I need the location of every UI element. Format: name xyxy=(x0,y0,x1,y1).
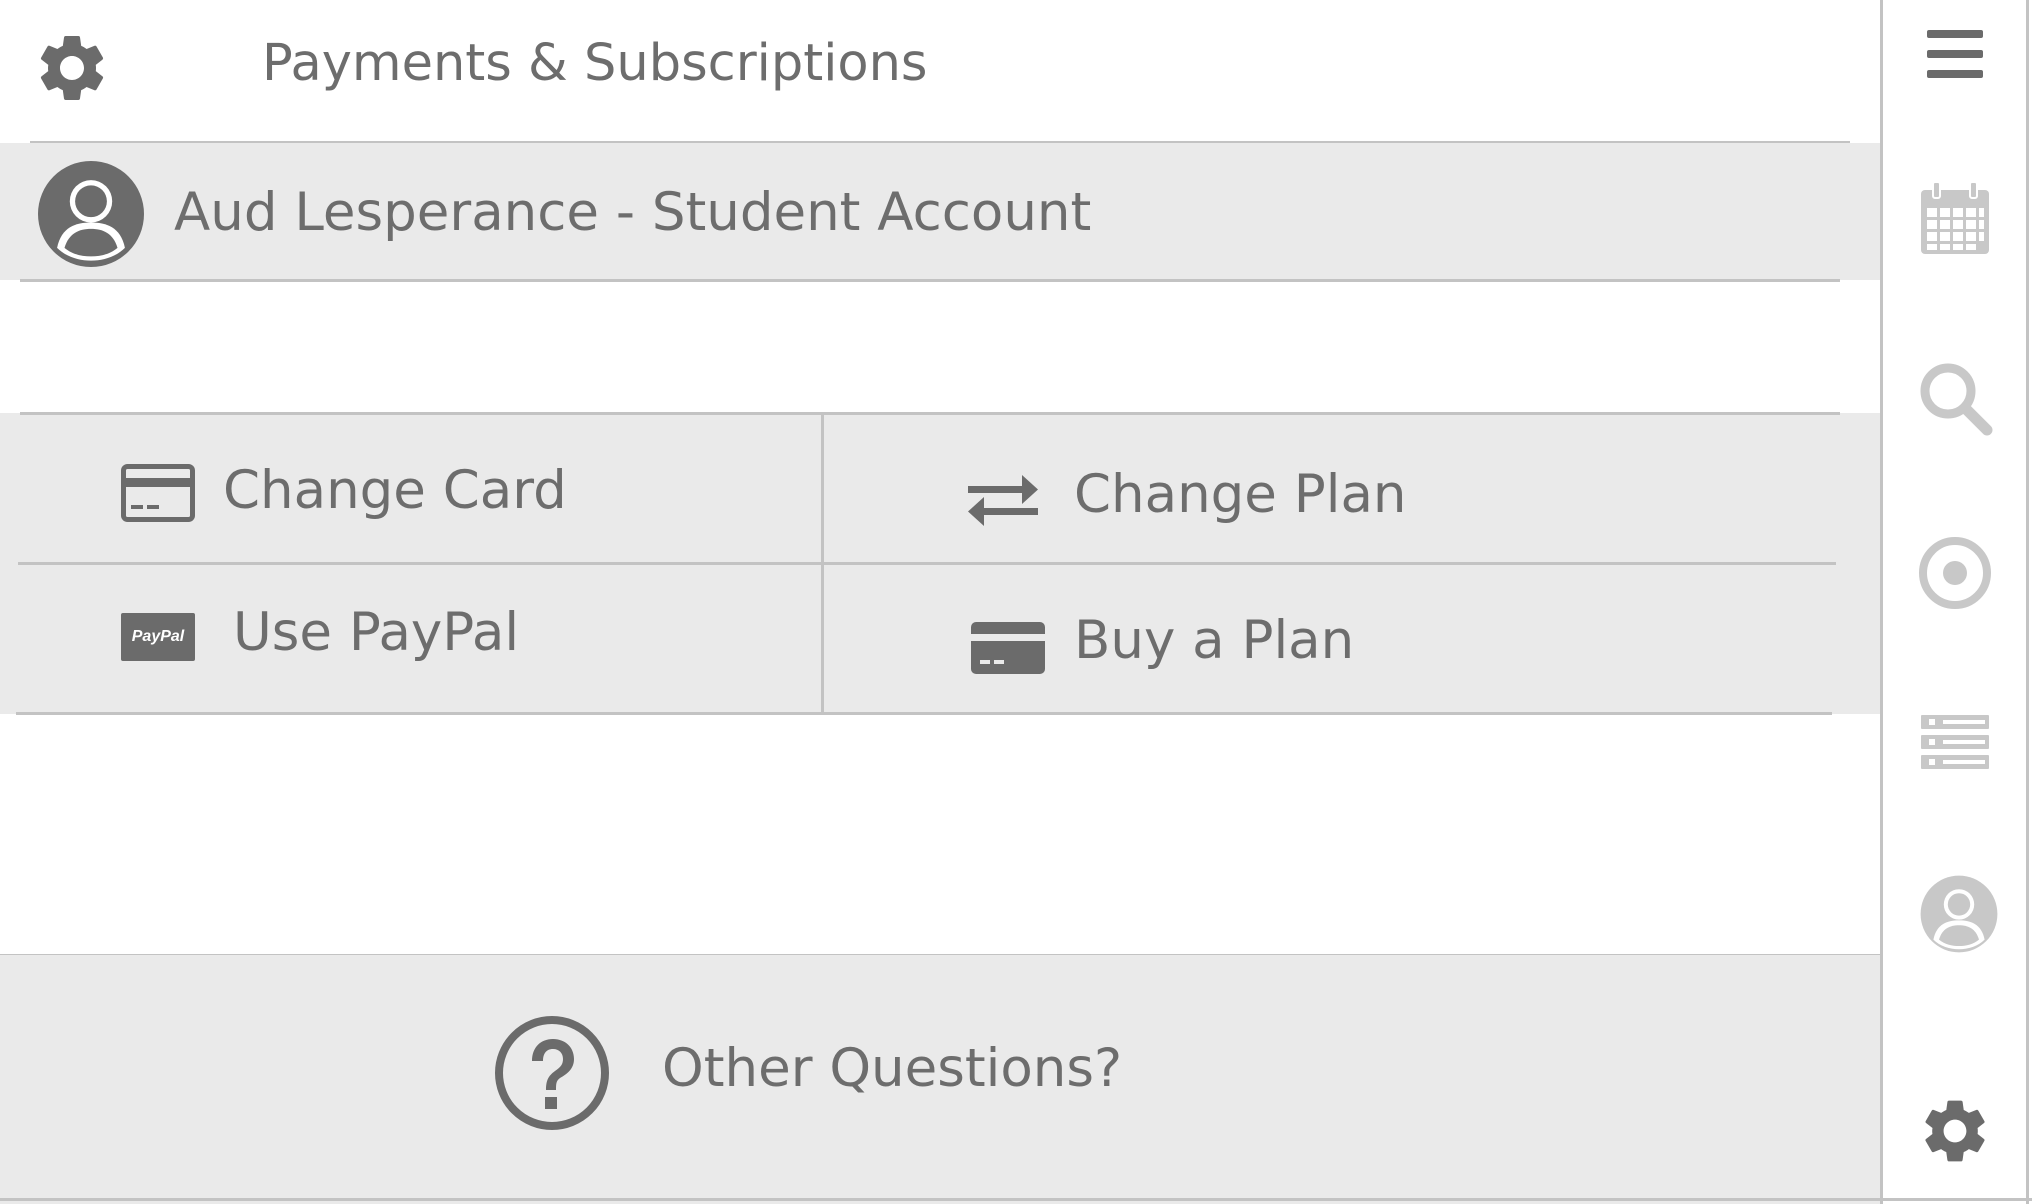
swap-arrows-icon xyxy=(966,471,1040,529)
frame-right-edge xyxy=(2026,0,2029,1204)
credit-card-icon xyxy=(121,464,195,522)
user-icon[interactable] xyxy=(1919,874,1998,953)
buy-plan-label: Buy a Plan xyxy=(1074,610,1355,671)
change-card-label: Change Card xyxy=(223,460,567,521)
account-name: Aud Lesperance - Student Account xyxy=(174,182,1092,243)
user-avatar-icon xyxy=(38,161,144,267)
question-circle-icon xyxy=(493,1014,611,1132)
page-title: Payments & Subscriptions xyxy=(262,34,928,93)
other-questions-label: Other Questions? xyxy=(662,1038,1123,1099)
account-divider xyxy=(20,279,1840,282)
paypal-icon-text: PayPal xyxy=(131,628,185,645)
grid-bottom-divider xyxy=(16,712,1832,715)
target-icon[interactable] xyxy=(1917,535,1993,611)
search-icon[interactable] xyxy=(1917,360,1993,436)
use-paypal-label: Use PayPal xyxy=(233,602,520,663)
calendar-icon[interactable] xyxy=(1917,180,1993,256)
menu-icon[interactable] xyxy=(1917,18,1993,94)
change-plan-label: Change Plan xyxy=(1074,464,1407,525)
sidebar-divider xyxy=(1880,0,1883,1204)
paypal-icon: PayPal xyxy=(121,613,195,661)
settings-gear-icon[interactable] xyxy=(32,28,112,108)
frame-bottom-edge xyxy=(0,1198,2032,1201)
settings-icon[interactable] xyxy=(1917,1093,1993,1169)
list-icon[interactable] xyxy=(1917,705,1993,781)
credit-card-filled-icon xyxy=(971,622,1045,674)
